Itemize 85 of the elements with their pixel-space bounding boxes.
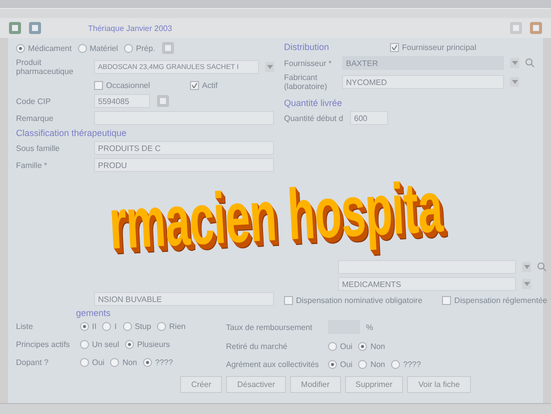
action-button[interactable]: Voir la fiche [407,376,471,393]
field-label: Agrément aux collectivités [226,360,320,368]
quantity-field[interactable]: 600 [350,111,388,125]
classification-field[interactable]: PRODUITS DE C [94,141,274,155]
radio-option[interactable]: Médicament [16,44,72,52]
supplier-dropdown[interactable]: BAXTER [342,56,504,70]
section-heading: Quantité livrée [284,98,344,108]
action-button[interactable]: Créer [180,376,222,393]
radio-button[interactable] [102,322,112,330]
radio-button[interactable] [16,44,25,52]
toolbar-caption: Thériaque Janvier 2003 [88,24,174,32]
radio-option[interactable]: Non [358,360,386,368]
field-label: Sous famille [16,144,61,152]
dropdown-arrow-icon[interactable] [522,262,532,272]
checkbox-option[interactable]: Actif [190,80,218,90]
radio-button[interactable] [328,342,337,350]
code-cip-field[interactable]: 5594085 [94,94,150,108]
field-label: Quantité début d [284,114,344,122]
checkbox-option[interactable]: Dispensation réglementée [442,296,548,304]
radio-option[interactable]: I [102,322,117,330]
checkbox[interactable] [442,296,452,304]
dropdown-arrow-icon[interactable] [522,279,532,289]
percent-label: % [366,322,374,332]
field-label: Code CIP [16,96,52,106]
section-heading: Classification thérapeutique [16,128,128,138]
radio-option[interactable]: Non [358,342,386,350]
field-label: Principes actifs [16,340,71,348]
dropdown-arrow-icon[interactable] [510,77,519,87]
field-label: Liste [16,322,34,330]
action-button[interactable]: Supprimer [344,376,404,393]
type-dropdown[interactable]: MEDICAMENTS [338,277,516,291]
dropdown-arrow-icon[interactable] [510,58,519,68]
radio-button[interactable] [125,340,134,348]
radio-option[interactable]: Rien [157,322,186,330]
radio-option[interactable]: ???? [391,360,421,368]
radio-button[interactable] [122,322,132,330]
field-label: Retiré du marché [226,342,288,350]
radio-option[interactable]: Plusieurs [125,340,170,348]
radio-option[interactable]: Oui [328,360,352,368]
radio-option[interactable]: Oui [80,358,104,366]
checkbox[interactable] [390,42,399,52]
section-heading: Distribution [284,42,330,52]
field-label: Fabricant (laboratoire) [284,73,328,91]
field-label: Remarque [16,114,54,122]
wordart-title: rmacien hospita [107,174,444,258]
checkbox[interactable] [190,80,200,90]
radio-button[interactable] [328,360,337,368]
field-label: Fournisseur * [284,58,333,68]
radio-button[interactable] [80,358,89,366]
radio-option[interactable]: Oui [328,342,352,350]
field-label: Produit pharmaceutique [16,58,74,76]
field-label: Famille * [16,160,48,170]
radio-button[interactable] [358,360,368,368]
checkbox-option[interactable]: Fournisseur principal [390,42,476,52]
radio-button[interactable] [80,340,89,348]
classification-field[interactable]: PRODU [94,158,274,172]
field-label: Taux de remboursement [226,322,314,332]
radio-button[interactable] [78,44,87,52]
radio-button[interactable] [110,358,120,366]
supplier-dropdown[interactable]: NYCOMED [342,75,504,89]
radio-option[interactable]: ???? [143,358,173,366]
radio-option[interactable]: II [80,322,96,330]
dropdown-arrow-icon[interactable] [265,62,274,72]
radio-button[interactable] [124,44,134,52]
radio-button[interactable] [157,322,166,330]
radio-option[interactable]: Prép. [124,44,156,52]
search-icon[interactable] [537,262,548,272]
search-icon[interactable] [525,58,535,68]
radio-button[interactable] [143,358,152,366]
field-label: Dopant ? [16,358,50,366]
radio-button[interactable] [391,360,400,368]
checkbox-option[interactable]: Dispensation nominative obligatoire [284,296,422,304]
checkbox-option[interactable]: Occasionnel [94,80,150,90]
action-button[interactable]: Modifier [290,376,340,393]
checkbox[interactable] [284,296,293,304]
radio-option[interactable]: Non [110,358,138,366]
checkbox[interactable] [94,80,103,90]
section-heading: gements [75,308,112,318]
form-dropdown[interactable]: NSION BUVABLE [94,292,274,306]
action-button[interactable]: Désactiver [226,376,286,393]
radio-button[interactable] [358,342,368,350]
radio-option[interactable]: Stup [122,322,152,330]
radio-option[interactable]: Un seul [80,340,120,348]
radio-button[interactable] [80,322,89,330]
radio-option[interactable]: Matériel [78,44,118,52]
